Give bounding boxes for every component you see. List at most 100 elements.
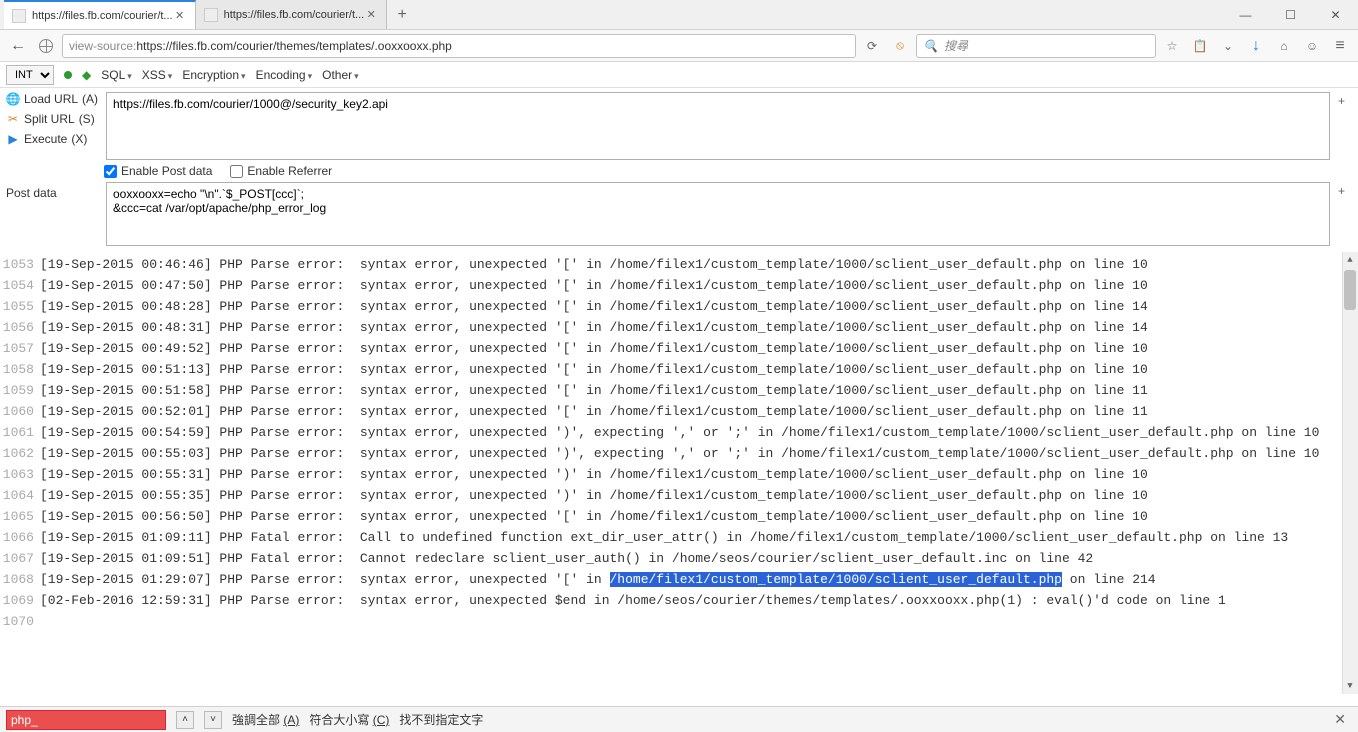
line-text[interactable]: [19-Sep-2015 00:46:46] PHP Parse error: … [40,254,1338,275]
source-line: 1058[19-Sep-2015 00:51:13] PHP Parse err… [0,359,1358,380]
noscript-icon[interactable]: ⦸ [888,34,912,58]
line-number: 1059 [0,380,40,401]
globe-icon [39,39,53,53]
tab-close-1[interactable]: ✕ [364,8,378,21]
scroll-up-arrow-icon[interactable]: ▲ [1342,252,1358,268]
line-text[interactable]: [19-Sep-2015 00:52:01] PHP Parse error: … [40,401,1338,422]
line-text[interactable]: [19-Sep-2015 00:49:52] PHP Parse error: … [40,338,1338,359]
line-text[interactable]: [19-Sep-2015 00:48:28] PHP Parse error: … [40,296,1338,317]
find-match-case[interactable]: 符合大小寫 (C) [309,711,389,728]
hackbar-url-add[interactable]: + [1338,92,1352,108]
find-input[interactable] [6,710,166,730]
hackbar-encoding-menu[interactable]: Encoding [256,68,313,82]
line-text[interactable]: [19-Sep-2015 00:56:50] PHP Parse error: … [40,506,1338,527]
line-text[interactable] [40,611,1338,632]
text-selection: /home/filex1/custom_template/1000/sclien… [610,572,1062,587]
line-number: 1058 [0,359,40,380]
line-text[interactable]: [02-Feb-2016 12:59:31] PHP Parse error: … [40,590,1338,611]
downloads-icon[interactable]: ↓ [1244,34,1268,58]
line-text[interactable]: [19-Sep-2015 01:09:11] PHP Fatal error: … [40,527,1338,548]
hackbar-other-menu[interactable]: Other [322,68,359,82]
find-matchcase-label: 符合大小寫 [309,713,369,727]
enable-referrer-label: Enable Referrer [247,164,332,178]
search-box[interactable]: 🔍 搜尋 [916,34,1156,58]
tab-0[interactable]: https://files.fb.com/courier/t... ✕ [4,0,196,29]
scrollbar-track[interactable]: ▲ ▼ [1342,252,1358,694]
clipboard-icon[interactable]: 📋 [1188,34,1212,58]
feedback-icon[interactable]: ☺ [1300,34,1324,58]
bookmark-star-icon[interactable]: ☆ [1160,34,1184,58]
source-line: 1065[19-Sep-2015 00:56:50] PHP Parse err… [0,506,1358,527]
status-dot-dim-icon: ◆ [82,68,91,82]
line-number: 1056 [0,317,40,338]
line-text[interactable]: [19-Sep-2015 01:09:51] PHP Fatal error: … [40,548,1338,569]
find-prev-button[interactable]: ˄ [176,711,194,729]
close-window-button[interactable]: ✕ [1313,0,1358,30]
source-line: 1053[19-Sep-2015 00:46:46] PHP Parse err… [0,254,1358,275]
enable-referrer-input[interactable] [230,165,243,178]
line-text[interactable]: [19-Sep-2015 00:51:58] PHP Parse error: … [40,380,1338,401]
line-number: 1061 [0,422,40,443]
scrollbar-thumb[interactable] [1344,270,1356,310]
scroll-down-arrow-icon[interactable]: ▼ [1342,678,1358,694]
line-number: 1067 [0,548,40,569]
tab-1[interactable]: https://files.fb.com/courier/t... ✕ [196,0,388,29]
line-text[interactable]: [19-Sep-2015 00:55:03] PHP Parse error: … [40,443,1338,464]
hackbar-sql-menu[interactable]: SQL [101,68,132,82]
line-text[interactable]: [19-Sep-2015 00:54:59] PHP Parse error: … [40,422,1338,443]
hackbar-db-select[interactable]: INT [6,65,54,85]
find-next-button[interactable]: ˅ [204,711,222,729]
load-url-key: (A) [82,92,98,106]
view-source-pane[interactable]: 1053[19-Sep-2015 00:46:46] PHP Parse err… [0,252,1358,694]
hackbar-execute[interactable]: ▶ Execute (X) [6,132,98,146]
split-url-label: Split URL [24,112,75,126]
minimize-button[interactable]: — [1223,0,1268,30]
source-line: 1062[19-Sep-2015 00:55:03] PHP Parse err… [0,443,1358,464]
tab-title-1: https://files.fb.com/courier/t... [224,9,365,21]
identity-icon[interactable] [34,34,58,58]
find-bar: ˄ ˅ 強調全部 (A) 符合大小寫 (C) 找不到指定文字 ✕ [0,706,1358,732]
hackbar-post-add[interactable]: + [1338,182,1352,198]
enable-post-label: Enable Post data [121,164,212,178]
home-icon[interactable]: ⌂ [1272,34,1296,58]
maximize-button[interactable]: ☐ [1268,0,1313,30]
url-scheme-prefix: view-source: [69,39,136,53]
hackbar-xss-menu[interactable]: XSS [142,68,173,82]
line-number: 1057 [0,338,40,359]
hackbar-toolbar: INT ◆ SQL XSS Encryption Encoding Other [0,62,1358,88]
line-text[interactable]: [19-Sep-2015 00:47:50] PHP Parse error: … [40,275,1338,296]
menu-icon[interactable]: ≡ [1328,34,1352,58]
find-close-button[interactable]: ✕ [1328,711,1352,728]
enable-post-input[interactable] [104,165,117,178]
search-icon: 🔍 [923,39,938,53]
back-button[interactable]: ← [6,34,30,58]
line-text[interactable]: [19-Sep-2015 00:55:35] PHP Parse error: … [40,485,1338,506]
line-text[interactable]: [19-Sep-2015 00:48:31] PHP Parse error: … [40,317,1338,338]
find-highlight-all[interactable]: 強調全部 (A) [232,711,299,728]
hackbar-post-textarea[interactable]: ooxxooxx=echo "\n".`$_POST[ccc]`; &ccc=c… [106,182,1330,246]
line-text[interactable]: [19-Sep-2015 00:55:31] PHP Parse error: … [40,464,1338,485]
line-number: 1068 [0,569,40,590]
line-number: 1070 [0,611,40,632]
hackbar-load-url[interactable]: 🌐 Load URL (A) [6,92,98,106]
line-number: 1060 [0,401,40,422]
hackbar-encryption-menu[interactable]: Encryption [182,68,245,82]
enable-referrer-checkbox[interactable]: Enable Referrer [230,164,332,178]
search-placeholder: 搜尋 [944,37,968,54]
line-text[interactable]: [19-Sep-2015 01:29:07] PHP Parse error: … [40,569,1338,590]
source-line: 1063[19-Sep-2015 00:55:31] PHP Parse err… [0,464,1358,485]
enable-post-checkbox[interactable]: Enable Post data [104,164,212,178]
url-input[interactable]: view-source: https://files.fb.com/courie… [62,34,856,58]
load-url-icon: 🌐 [6,92,20,106]
source-line: 1057[19-Sep-2015 00:49:52] PHP Parse err… [0,338,1358,359]
reload-button[interactable]: ⟳ [860,34,884,58]
pocket-icon[interactable]: ⌄ [1216,34,1240,58]
source-line: 1066[19-Sep-2015 01:09:11] PHP Fatal err… [0,527,1358,548]
hackbar-url-textarea[interactable]: https://files.fb.com/courier/1000@/secur… [106,92,1330,160]
line-number: 1062 [0,443,40,464]
line-text[interactable]: [19-Sep-2015 00:51:13] PHP Parse error: … [40,359,1338,380]
new-tab-button[interactable]: + [387,0,417,29]
hackbar-split-url[interactable]: ✂ Split URL (S) [6,112,98,126]
execute-key: (X) [71,132,87,146]
tab-close-0[interactable]: ✕ [173,9,187,22]
